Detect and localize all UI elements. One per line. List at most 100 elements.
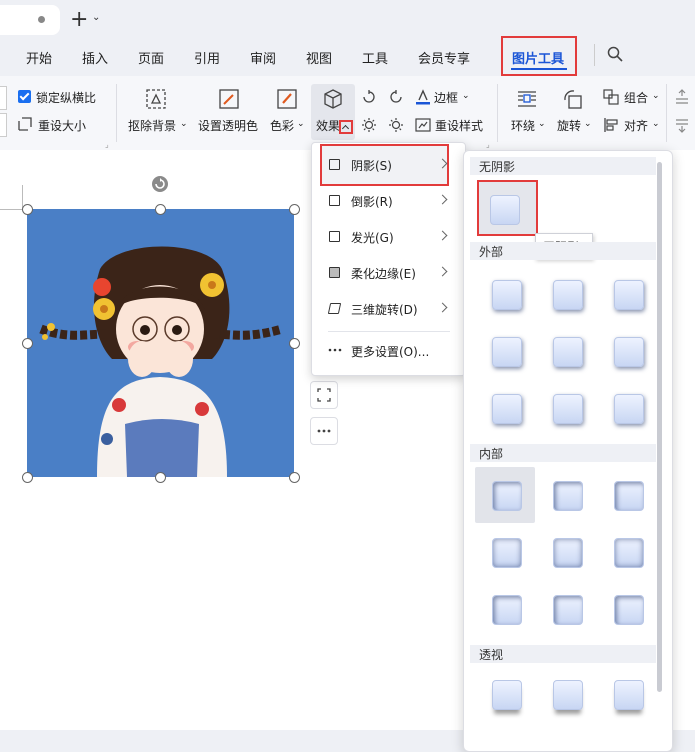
align-caret-icon[interactable]: ⌄ [652, 119, 660, 129]
shadow-option-outer[interactable] [492, 394, 522, 424]
wrap-caret-icon[interactable]: ⌄ [538, 119, 546, 129]
group-caret-icon[interactable]: ⌄ [652, 91, 660, 101]
resize-handle-bottom-left[interactable] [22, 472, 33, 483]
bring-forward-icon[interactable] [674, 89, 690, 105]
section-no-shadow-label: 无阴影 [479, 160, 516, 174]
document-tab[interactable] [0, 5, 60, 35]
menu-item-more-settings[interactable]: 更多设置(O)... [311, 335, 464, 367]
reset-size-icon[interactable] [18, 117, 32, 131]
reset-style-icon[interactable] [415, 117, 431, 133]
menu-view[interactable]: 视图 [306, 48, 332, 67]
remove-background-button[interactable]: 抠除背景 [128, 117, 176, 134]
remove-bg-caret-icon[interactable]: ⌄ [180, 119, 188, 129]
border-icon[interactable] [415, 89, 431, 105]
menu-review[interactable]: 审阅 [250, 48, 276, 67]
group-icon[interactable] [603, 89, 619, 105]
color-caret-icon[interactable]: ⌄ [297, 119, 305, 129]
size-input-partial-2[interactable] [0, 113, 7, 137]
resize-handle-right[interactable] [289, 338, 300, 349]
rotate-handle-icon[interactable] [151, 175, 169, 193]
resize-handle-left[interactable] [22, 338, 33, 349]
shadow-option-inner[interactable] [553, 538, 583, 568]
chevron-right-icon [437, 302, 448, 313]
shadow-option-inner[interactable] [492, 538, 522, 568]
menu-item-soft-edges[interactable]: 柔化边缘(E) [311, 257, 464, 289]
shadow-option-inner[interactable] [614, 595, 644, 625]
effect-dropdown-caret[interactable] [339, 120, 353, 134]
shadow-option-inner[interactable] [492, 481, 522, 511]
reset-style-button[interactable]: 重设样式 [435, 117, 483, 134]
shadow-option-outer[interactable] [614, 337, 644, 367]
shadow-option-perspective[interactable] [553, 680, 583, 710]
resize-handle-bottom-right[interactable] [289, 472, 300, 483]
crop-button[interactable] [310, 381, 338, 409]
menu-reference[interactable]: 引用 [194, 48, 220, 67]
menu-divider [594, 44, 595, 66]
rotate-right-icon[interactable] [388, 89, 404, 105]
color-icon[interactable] [276, 88, 298, 110]
menu-page[interactable]: 页面 [138, 48, 164, 67]
group-expand-icon[interactable]: ⌟ [105, 140, 109, 149]
selected-picture[interactable] [27, 209, 294, 477]
tab-menu-caret-icon[interactable]: ⌄ [92, 12, 100, 23]
rotate-object-icon[interactable] [562, 88, 584, 110]
resize-handle-top-left[interactable] [22, 204, 33, 215]
shadow-option-outer[interactable] [553, 394, 583, 424]
set-transparent-icon[interactable] [218, 88, 240, 110]
border-caret-icon[interactable]: ⌄ [462, 91, 470, 101]
gallery-scrollbar[interactable] [657, 162, 662, 692]
color-button[interactable]: 色彩 [270, 117, 294, 134]
shadow-option-outer[interactable] [492, 280, 522, 310]
menu-item-glow[interactable]: 发光(G) [311, 221, 464, 253]
menu-picture-tools[interactable]: 图片工具 [501, 36, 577, 76]
group-button[interactable]: 组合 [624, 89, 648, 106]
chevron-right-icon [437, 230, 448, 241]
rotate-caret-icon[interactable]: ⌄ [584, 119, 592, 129]
size-input-partial[interactable] [0, 86, 7, 110]
menu-insert[interactable]: 插入 [82, 48, 108, 67]
send-backward-icon[interactable] [674, 117, 690, 133]
rotate-left-icon[interactable] [361, 89, 377, 105]
shadow-option-inner[interactable] [614, 538, 644, 568]
resize-handle-top[interactable] [155, 204, 166, 215]
brightness-icon[interactable] [361, 117, 377, 133]
shadow-option-outer[interactable] [553, 337, 583, 367]
wrap-button[interactable]: 环绕 [511, 117, 535, 134]
menu-item-shadow[interactable]: 阴影(S) [311, 149, 464, 181]
lock-ratio-label: 锁定纵横比 [36, 91, 97, 105]
shadow-option-outer[interactable] [614, 394, 644, 424]
shadow-option-outer[interactable] [553, 280, 583, 310]
lock-ratio-checkbox[interactable] [18, 90, 31, 103]
menu-member[interactable]: 会员专享 [418, 48, 470, 67]
shadow-option-outer[interactable] [492, 337, 522, 367]
align-button[interactable]: 对齐 [624, 117, 648, 134]
rotate-button[interactable]: 旋转 [557, 117, 581, 134]
shadow-option-none[interactable] [490, 195, 520, 225]
shadow-option-inner[interactable] [553, 595, 583, 625]
menu-home[interactable]: 开始 [26, 48, 52, 67]
resize-handle-top-right[interactable] [289, 204, 300, 215]
new-tab-button[interactable]: + [70, 8, 88, 32]
search-icon[interactable] [607, 46, 623, 62]
align-icon[interactable] [603, 117, 619, 133]
group-expand-icon-2[interactable]: ⌟ [486, 140, 490, 149]
shadow-option-perspective[interactable] [614, 680, 644, 710]
remove-background-icon[interactable] [145, 88, 167, 110]
border-button[interactable]: 边框 [434, 89, 458, 106]
wrap-text-icon[interactable] [516, 88, 538, 110]
shadow-option-inner[interactable] [553, 481, 583, 511]
ellipsis-icon [317, 429, 331, 433]
shadow-option-outer[interactable] [614, 280, 644, 310]
resize-handle-bottom[interactable] [155, 472, 166, 483]
menu-item-3d-rotation[interactable]: 三维旋转(D) [311, 293, 464, 325]
set-transparent-button[interactable]: 设置透明色 [198, 117, 258, 134]
more-options-button[interactable] [310, 417, 338, 445]
contrast-icon[interactable] [388, 117, 404, 133]
menu-item-reflection[interactable]: 倒影(R) [311, 185, 464, 217]
shadow-option-inner[interactable] [492, 595, 522, 625]
shadow-option-perspective[interactable] [492, 680, 522, 710]
menu-tools[interactable]: 工具 [362, 48, 388, 67]
reset-size-label[interactable]: 重设大小 [38, 117, 86, 134]
shadow-option-inner[interactable] [614, 481, 644, 511]
menu-item-glow-label: 发光(G) [351, 231, 394, 245]
